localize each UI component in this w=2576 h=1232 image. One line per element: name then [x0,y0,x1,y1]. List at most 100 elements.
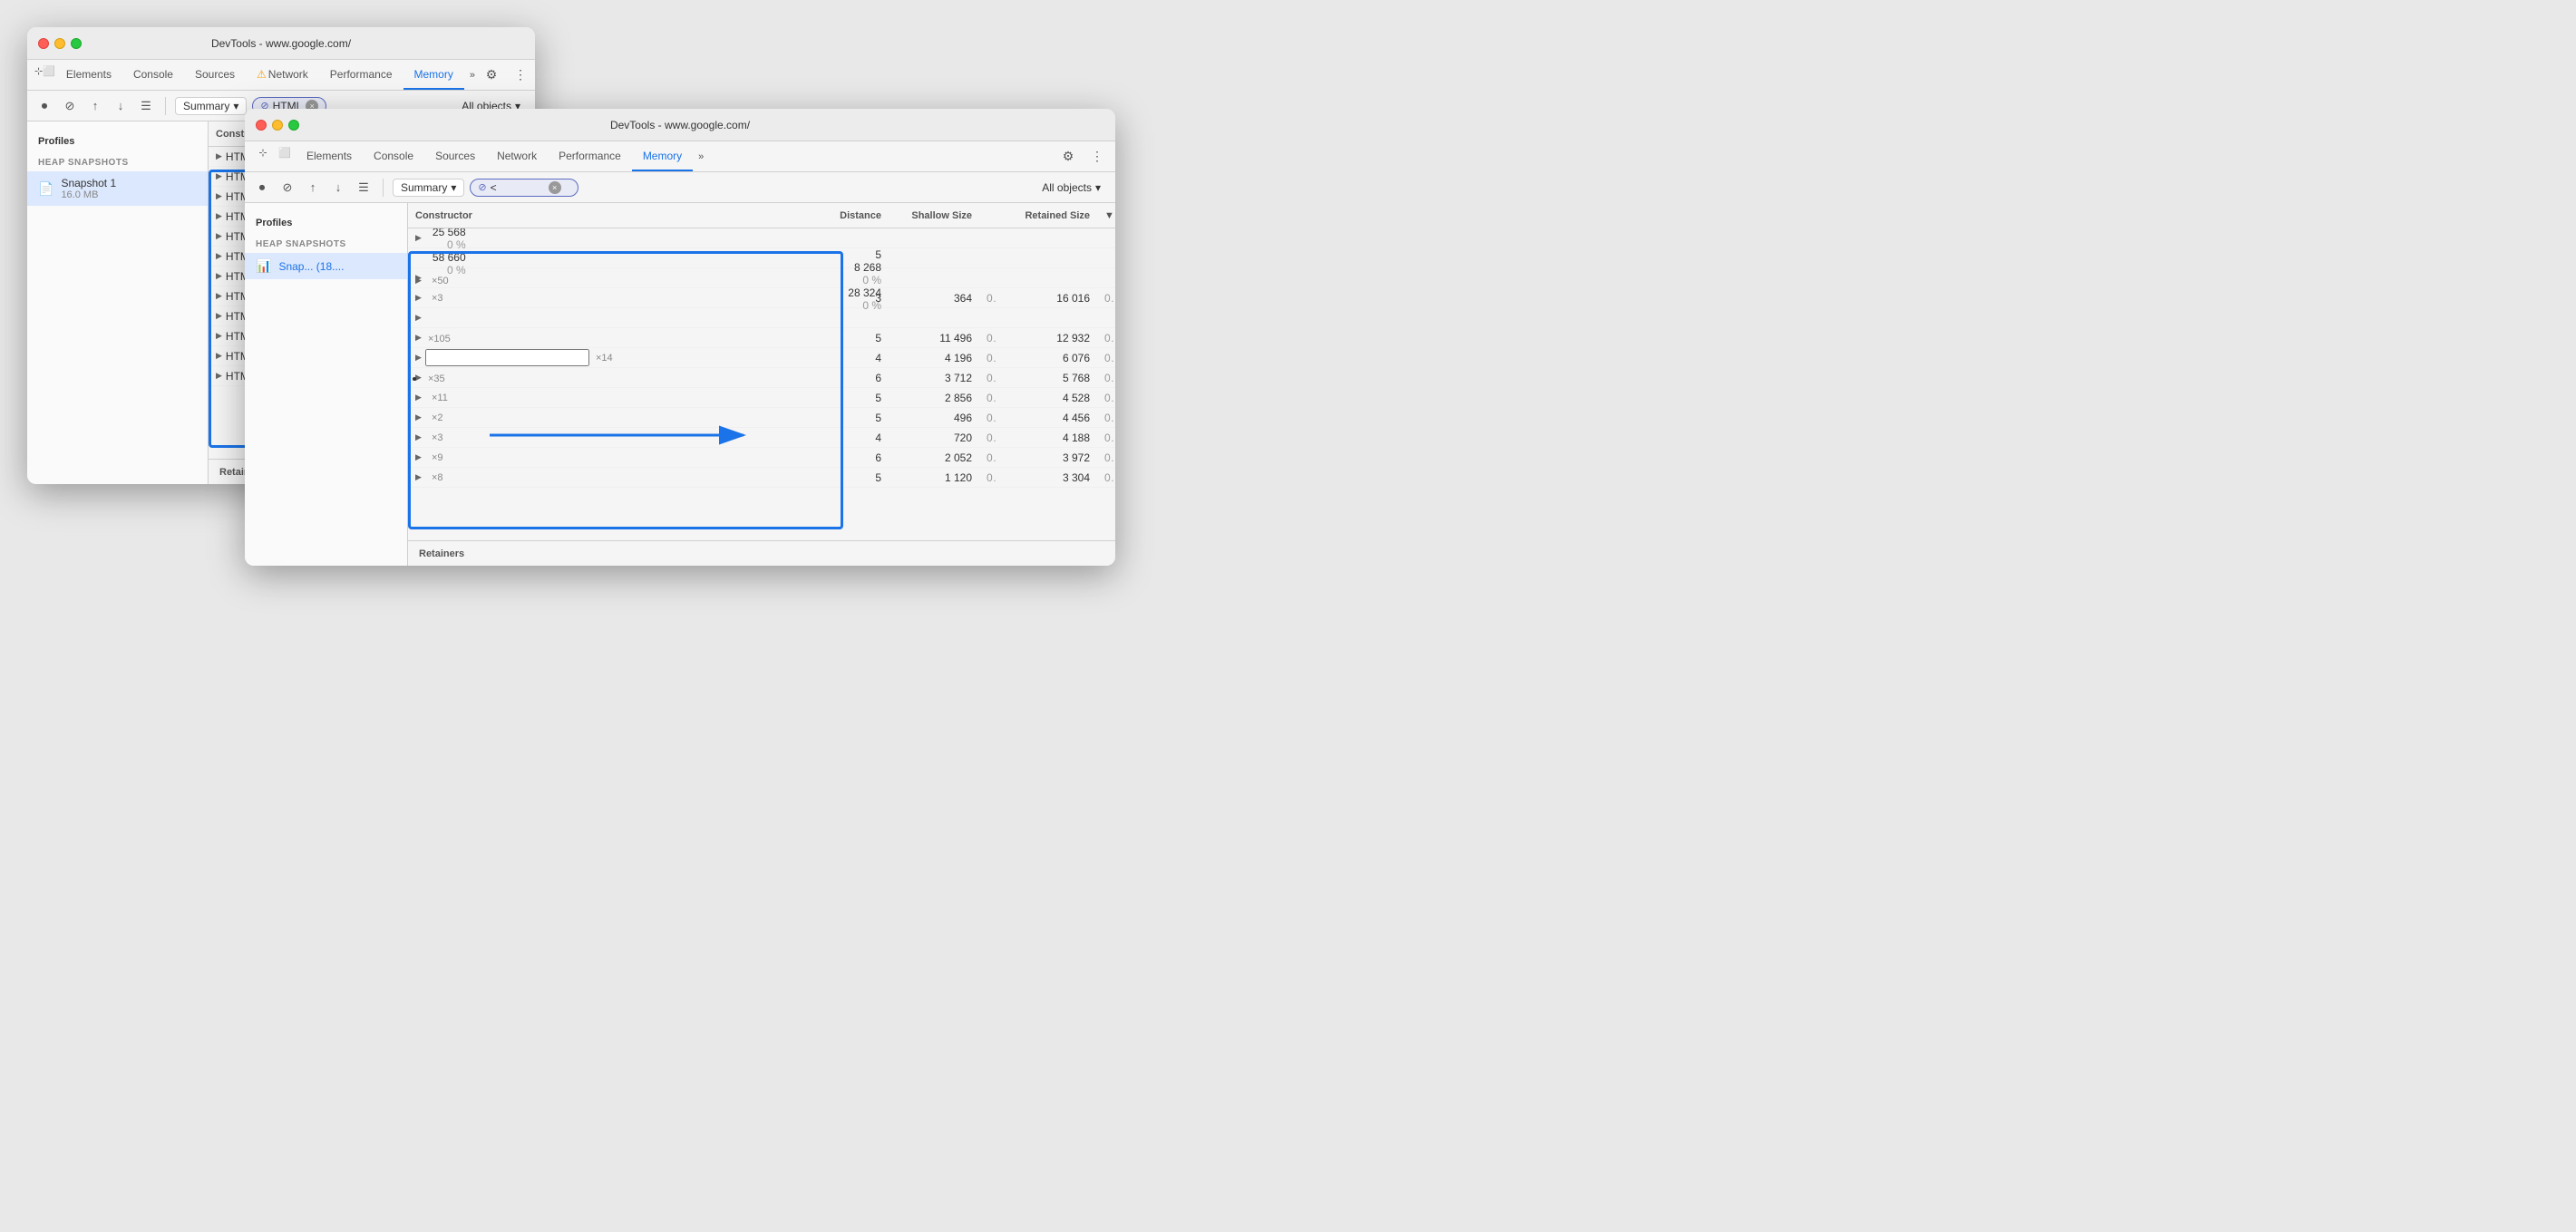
download-icon-front[interactable]: ↓ [328,178,348,198]
record-icon-front[interactable]: ⏺ [252,178,272,198]
tab-sources-back[interactable]: Sources [184,60,246,90]
tab-network-back[interactable]: ⚠ Network [246,60,319,90]
table-row[interactable]: ▶ ×14 4 4 196 0 % 6 076 0 % [408,348,1115,368]
more-tabs-front[interactable]: » [693,141,709,171]
snapshot-item-front[interactable]: 📊 Snap... (18.... [245,253,407,279]
expand-icon[interactable]: ▶ [415,313,422,323]
table-row[interactable]: ▶ ×11 5 2 856 0 % 4 528 0 % [408,388,1115,408]
device-toolbar-icon[interactable]: ⬜ [43,60,55,82]
expand-icon[interactable]: ▶ [216,271,222,281]
row-shallow: 2 052 [889,451,979,464]
row-constructor: ▶ </span> <span class="count-badge" data… [408,273,816,283]
expand-icon[interactable]: ▶ [216,351,222,361]
constructor-header-front[interactable]: Constructor [408,210,816,221]
front-minimize-button[interactable] [272,120,283,131]
stop-icon-front[interactable]: ⊘ [277,178,297,198]
clear-filter-front[interactable]: × [549,181,561,194]
front-maximize-button[interactable] [288,120,299,131]
more-icon-back[interactable]: ⋮ [510,64,531,86]
expand-icon[interactable]: ▶ [216,331,222,341]
expand-icon[interactable]: ▶ [216,171,222,181]
row-distance: 6 [816,451,889,464]
download-icon-back[interactable]: ↓ [111,96,131,116]
expand-icon[interactable]: ▶ [415,353,422,363]
snapshot-icon-back: 📄 [38,181,53,197]
filter-input-container-front[interactable]: ⊘ × [470,179,578,197]
more-icon-front[interactable]: ⋮ [1086,146,1108,168]
row-shallow: 364 [889,292,979,305]
row-constructor: ▶ ×9 [408,452,816,463]
gear-icon-back[interactable]: ⚙ [481,64,502,86]
tab-console-back[interactable]: Console [122,60,184,90]
select-tool-icon[interactable]: ⊹ [34,60,43,82]
table-row[interactable]: ▶ ×3 3 364 0 % 16 016 0 % [408,288,1115,308]
expand-icon[interactable]: ▶ [216,311,222,321]
expand-icon[interactable]: ▶ [415,393,422,403]
upload-icon-front[interactable]: ↑ [303,178,323,198]
expand-icon[interactable]: ▶ [415,472,422,482]
distance-header-front[interactable]: Distance [816,210,889,221]
table-row[interactable]: ▶ ×9 6 2 052 0 % 3 972 0 % [408,448,1115,468]
expand-icon[interactable]: ▶ [415,273,422,283]
more-tabs-back[interactable]: » [464,60,481,90]
shallow-header-front[interactable]: Shallow Size [889,210,979,221]
table-row[interactable]: ▶ ×35 6 3 712 0 % 5 768 0 % [408,368,1115,388]
stop-icon-back[interactable]: ⊘ [60,96,80,116]
maximize-button[interactable] [71,38,82,49]
front-close-button[interactable] [256,120,267,131]
sep-front [383,179,384,197]
expand-icon[interactable]: ▶ [415,333,422,343]
expand-icon[interactable]: ▶ [216,191,222,201]
expand-icon[interactable]: ▶ [216,251,222,261]
row-retained: 5 768 [997,372,1097,384]
tab-sources-front[interactable]: Sources [424,141,486,171]
tab-performance-front[interactable]: Performance [548,141,632,171]
table-row[interactable]: ▶ ×8 5 1 120 0 % 3 304 0 % [408,468,1115,488]
tab-network-front[interactable]: Network [486,141,548,171]
expand-icon[interactable]: ▶ [415,293,422,303]
summary-icon-back[interactable]: ☰ [136,96,156,116]
gear-icon-front[interactable]: ⚙ [1057,146,1079,168]
tab-memory-front[interactable]: Memory [632,141,693,171]
select-tool-icon-front[interactable]: ⊹ [252,141,274,163]
row-constructor: ▶ ×8 [408,472,816,483]
expand-icon[interactable]: ▶ [415,452,422,462]
row-retained: 4 528 [997,392,1097,404]
allobjects-dropdown-front[interactable]: All objects ▾ [1035,179,1108,196]
minimize-button[interactable] [54,38,65,49]
expand-icon[interactable]: ▶ [216,291,222,301]
settings-area-front: ⚙ ⋮ [1057,141,1108,171]
summary-dropdown-back[interactable]: Summary ▾ [175,97,247,115]
row-shallow: 496 [889,412,979,424]
retained-header-front[interactable]: Retained Size [997,210,1097,221]
filter-input-front[interactable] [491,181,545,194]
back-sidebar-title: Profiles [27,132,208,154]
tab-elements-front[interactable]: Elements [296,141,363,171]
tab-console-front[interactable]: Console [363,141,424,171]
expand-icon[interactable]: ▶ [415,432,422,442]
snapshot-item-back[interactable]: 📄 Snapshot 1 16.0 MB [27,171,208,206]
table-row[interactable]: ▶ ×3 4 720 0 % 4 188 0 % [408,428,1115,448]
expand-icon[interactable]: ▶ [216,211,222,221]
upload-icon-back[interactable]: ↑ [85,96,105,116]
row-shallow-pct: 0 % [816,274,889,286]
expand-icon[interactable]: ▶ [216,151,222,161]
expand-icon[interactable]: ▶ [415,412,422,422]
table-row[interactable]: ▶ ×215 4 25 568 0 % 58 660 0 % [408,228,1115,248]
table-row[interactable]: ▶ ×2 5 496 0 % 4 456 0 % [408,408,1115,428]
expand-icon[interactable]: ▶ [216,231,222,241]
table-row[interactable]: ▶ </span> <span class="count-badge" data… [408,308,1115,328]
tab-elements-back[interactable]: Elements [55,60,122,90]
expand-icon[interactable]: ▶ [216,371,222,381]
front-retainers-bar: Retainers [408,540,1115,566]
tab-memory-back[interactable]: Memory [403,60,464,90]
row-shallow: 3 712 [889,372,979,384]
table-row[interactable]: ▶ ×105 5 11 496 0 % 12 932 0 % [408,328,1115,348]
tab-performance-back[interactable]: Performance [319,60,403,90]
summary-dropdown-front[interactable]: Summary ▾ [393,179,464,197]
summary-icon-front[interactable]: ☰ [354,178,374,198]
device-toolbar-icon-front[interactable]: ⬜ [274,141,296,163]
record-icon-back[interactable]: ⏺ [34,96,54,116]
expand-icon[interactable]: ▶ [415,233,422,243]
close-button[interactable] [38,38,49,49]
